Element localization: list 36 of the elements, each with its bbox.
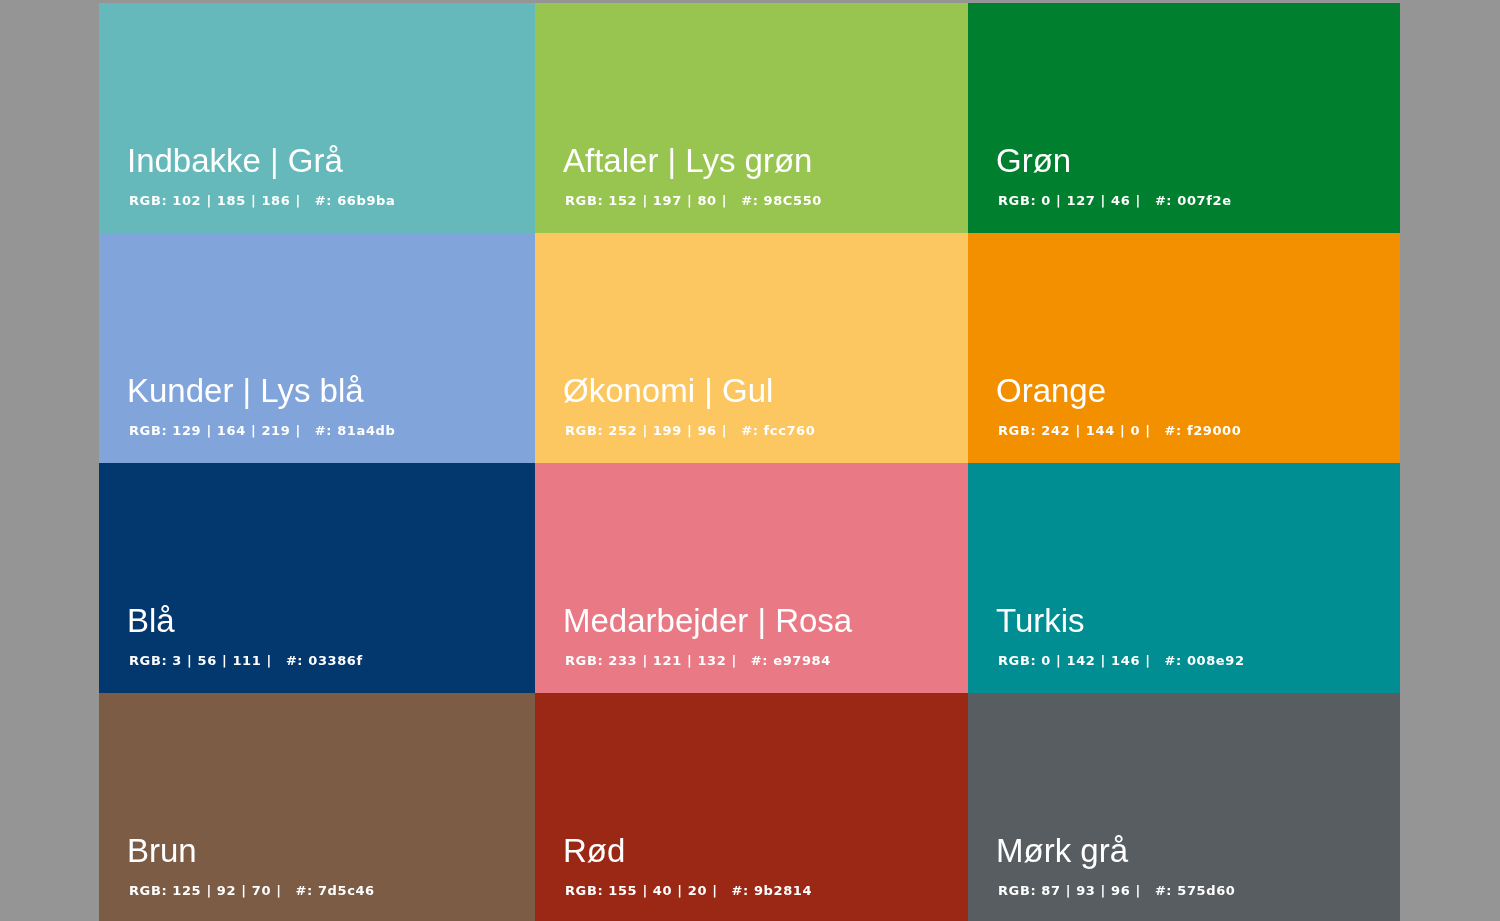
hex-code: #: 007f2e [1154,193,1232,208]
hex-code: #: 81a4db [314,423,396,438]
rgb-values: RGB: 129 | 164 | 219 | [129,423,301,438]
rgb-values: RGB: 0 | 127 | 46 | [998,193,1141,208]
hex-code: #: f29000 [1164,423,1242,438]
swatch-title: Mørk grå [996,831,1128,871]
hex-code: #: 98C550 [741,193,822,208]
rgb-values: RGB: 152 | 197 | 80 | [565,193,728,208]
rgb-values: RGB: 252 | 199 | 96 | [565,423,728,438]
swatch-title: Kunder | Lys blå [127,371,364,411]
hex-code: #: 03386f [285,653,363,668]
hex-code: #: 7d5c46 [295,883,375,898]
hex-code: #: 66b9ba [314,193,396,208]
swatch-title: Medarbejder | Rosa [563,601,853,641]
rgb-values: RGB: 155 | 40 | 20 | [565,883,718,898]
rgb-values: RGB: 125 | 92 | 70 | [129,883,282,898]
swatch-title: Aftaler | Lys grøn [563,141,813,181]
rgb-values: RGB: 87 | 93 | 96 | [998,883,1141,898]
hex-code: #: 008e92 [1164,653,1245,668]
swatch-title: Indbakke | Grå [127,141,343,181]
hex-code: #: e97984 [750,653,831,668]
swatch-title: Turkis [996,601,1085,641]
hex-code: #: 9b2814 [731,883,813,898]
swatch-title: Grøn [996,141,1072,181]
rgb-values: RGB: 242 | 144 | 0 | [998,423,1151,438]
swatch-title: Rød [563,831,626,871]
swatch-title: Blå [127,601,175,641]
rgb-values: RGB: 102 | 185 | 186 | [129,193,301,208]
rgb-values: RGB: 3 | 56 | 111 | [129,653,272,668]
swatch-title: Økonomi | Gul [563,371,774,411]
hex-code: #: 575d60 [1154,883,1236,898]
hex-code: #: fcc760 [741,423,816,438]
rgb-values: RGB: 0 | 142 | 146 | [998,653,1151,668]
rgb-values: RGB: 233 | 121 | 132 | [565,653,737,668]
swatch-title: Orange [996,371,1107,411]
swatch-title: Brun [127,831,197,871]
